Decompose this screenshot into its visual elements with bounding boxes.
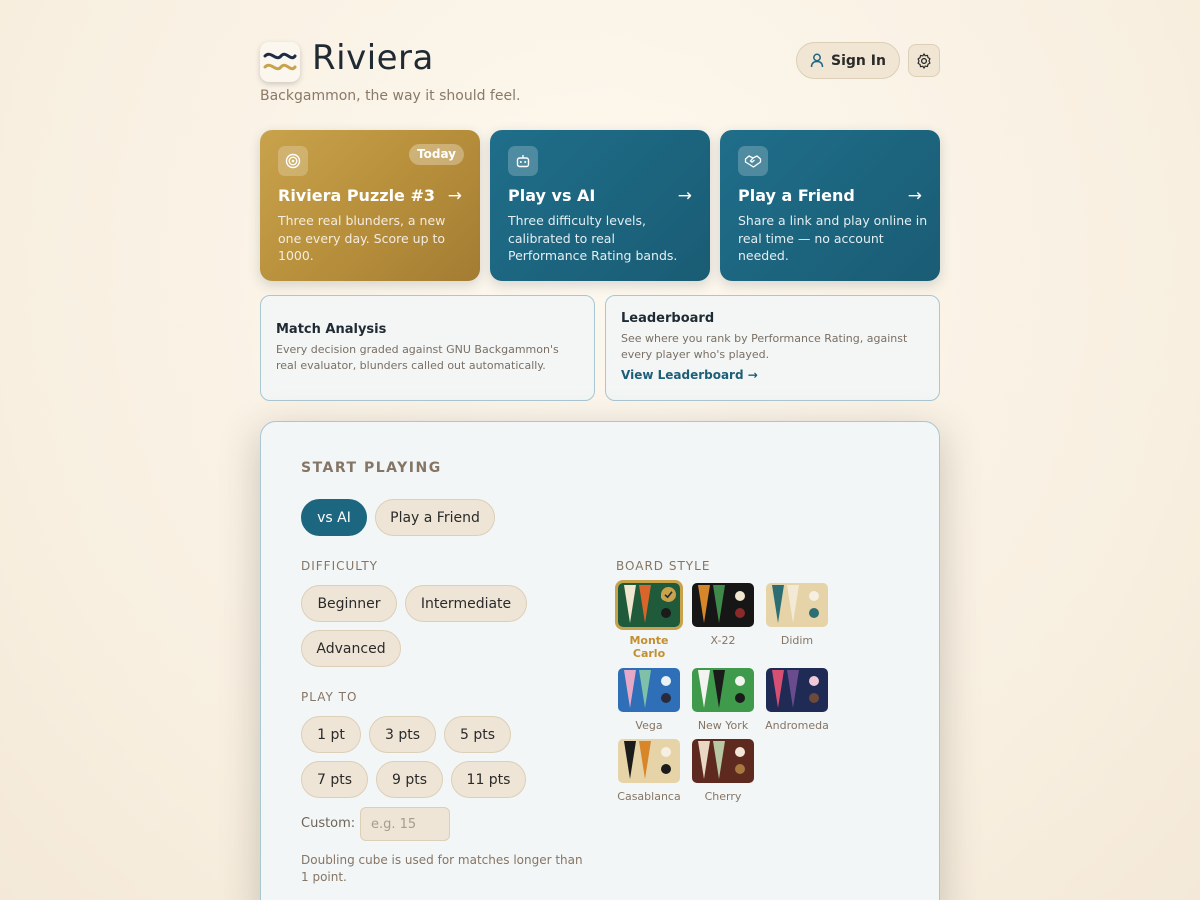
difficulty-advanced[interactable]: Advanced [301, 630, 401, 667]
custom-points-input[interactable] [360, 807, 450, 841]
arrow-right-icon: → [677, 186, 692, 206]
play-to-5[interactable]: 5 pts [444, 716, 511, 753]
settings-button[interactable] [908, 44, 940, 77]
header: Riviera Backgammon, the way it should fe… [260, 38, 940, 110]
view-leaderboard-link[interactable]: View Leaderboard → [621, 368, 758, 382]
board-style-monte-carlo[interactable] [618, 583, 680, 627]
play-to-3[interactable]: 3 pts [369, 716, 436, 753]
tab-play-friend[interactable]: Play a Friend [375, 499, 495, 536]
board-preview [618, 668, 680, 712]
board-style-label: Casablanca [617, 790, 681, 803]
board-preview [618, 739, 680, 783]
leaderboard-card[interactable]: Leaderboard See where you rank by Perfor… [605, 295, 940, 401]
match-analysis-card[interactable]: Match Analysis Every decision graded aga… [260, 295, 595, 401]
board-preview [692, 583, 754, 627]
play-to-label: PLAY TO [301, 690, 358, 704]
card-title: Match Analysis [276, 322, 387, 337]
target-icon [278, 146, 308, 176]
board-style-name-line: Monte [629, 634, 669, 647]
board-style-casablanca[interactable] [618, 739, 680, 783]
difficulty-intermediate[interactable]: Intermediate [405, 585, 527, 622]
app-title: Riviera [312, 38, 434, 78]
board-style-didim[interactable] [766, 583, 828, 627]
board-style-label: Cherry [704, 790, 742, 803]
card-description: See where you rank by Performance Rating… [621, 332, 908, 361]
board-style-label: BOARD STYLE [616, 559, 711, 573]
custom-label: Custom: [301, 816, 356, 831]
board-style-label: X-22 [710, 634, 736, 647]
card-description: Share a link and play online in real tim… [738, 213, 928, 263]
board-style-label: New York [697, 719, 749, 732]
handshake-icon [738, 146, 768, 176]
daily-puzzle-card[interactable]: Today Riviera Puzzle #3 → Three real blu… [260, 130, 480, 281]
card-title: Play a Friend [738, 186, 855, 205]
robot-icon [508, 146, 538, 176]
tab-vs-ai[interactable]: vs AI [301, 499, 367, 536]
play-to-9[interactable]: 9 pts [376, 761, 443, 798]
gear-icon [917, 52, 931, 69]
card-title: Play vs AI [508, 186, 596, 205]
board-style-vega[interactable] [618, 668, 680, 712]
board-preview [692, 668, 754, 712]
board-style-cherry[interactable] [692, 739, 754, 783]
play-to-7[interactable]: 7 pts [301, 761, 368, 798]
card-description: Three real blunders, a new one every day… [278, 213, 446, 263]
riviera-logo[interactable] [260, 42, 300, 82]
card-description: Three difficulty levels, calibrated to r… [508, 213, 678, 263]
board-preview [766, 668, 828, 712]
card-description: Every decision graded against GNU Backga… [276, 343, 559, 372]
tagline: Backgammon, the way it should feel. [260, 88, 521, 104]
start-playing-panel: START PLAYING vs AI Play a Friend DIFFIC… [260, 421, 940, 900]
play-to-11[interactable]: 11 pts [451, 761, 526, 798]
arrow-right-icon: → [447, 186, 462, 206]
section-heading: START PLAYING [301, 460, 442, 476]
difficulty-beginner[interactable]: Beginner [301, 585, 397, 622]
wave-icon [263, 52, 297, 71]
doubling-cube-note: Doubling cube is used for matches longer… [301, 853, 583, 884]
today-badge: Today [409, 144, 464, 165]
card-title: Leaderboard [621, 311, 715, 326]
board-style-label: Didim [780, 634, 814, 647]
board-preview [692, 739, 754, 783]
arrow-right-icon: → [907, 186, 922, 206]
sign-in-label: Sign In [831, 52, 886, 69]
board-style-label: Vega [635, 719, 663, 732]
sign-in-button[interactable]: Sign In [796, 42, 900, 79]
board-style-andromeda[interactable] [766, 668, 828, 712]
user-icon [810, 53, 824, 68]
difficulty-label: DIFFICULTY [301, 559, 378, 573]
card-title: Riviera Puzzle #3 [278, 186, 436, 205]
play-friend-card[interactable]: Play a Friend → Share a link and play on… [720, 130, 940, 281]
board-preview [766, 583, 828, 627]
board-style-label: Andromeda [765, 719, 829, 732]
check-icon [661, 587, 676, 602]
board-style-x-22[interactable] [692, 583, 754, 627]
board-style-new-york[interactable] [692, 668, 754, 712]
board-style-name-line: Carlo [632, 647, 666, 660]
play-to-1[interactable]: 1 pt [301, 716, 361, 753]
board-style-label: Monte Carlo [611, 634, 687, 660]
play-vs-ai-card[interactable]: Play vs AI → Three difficulty levels, ca… [490, 130, 710, 281]
